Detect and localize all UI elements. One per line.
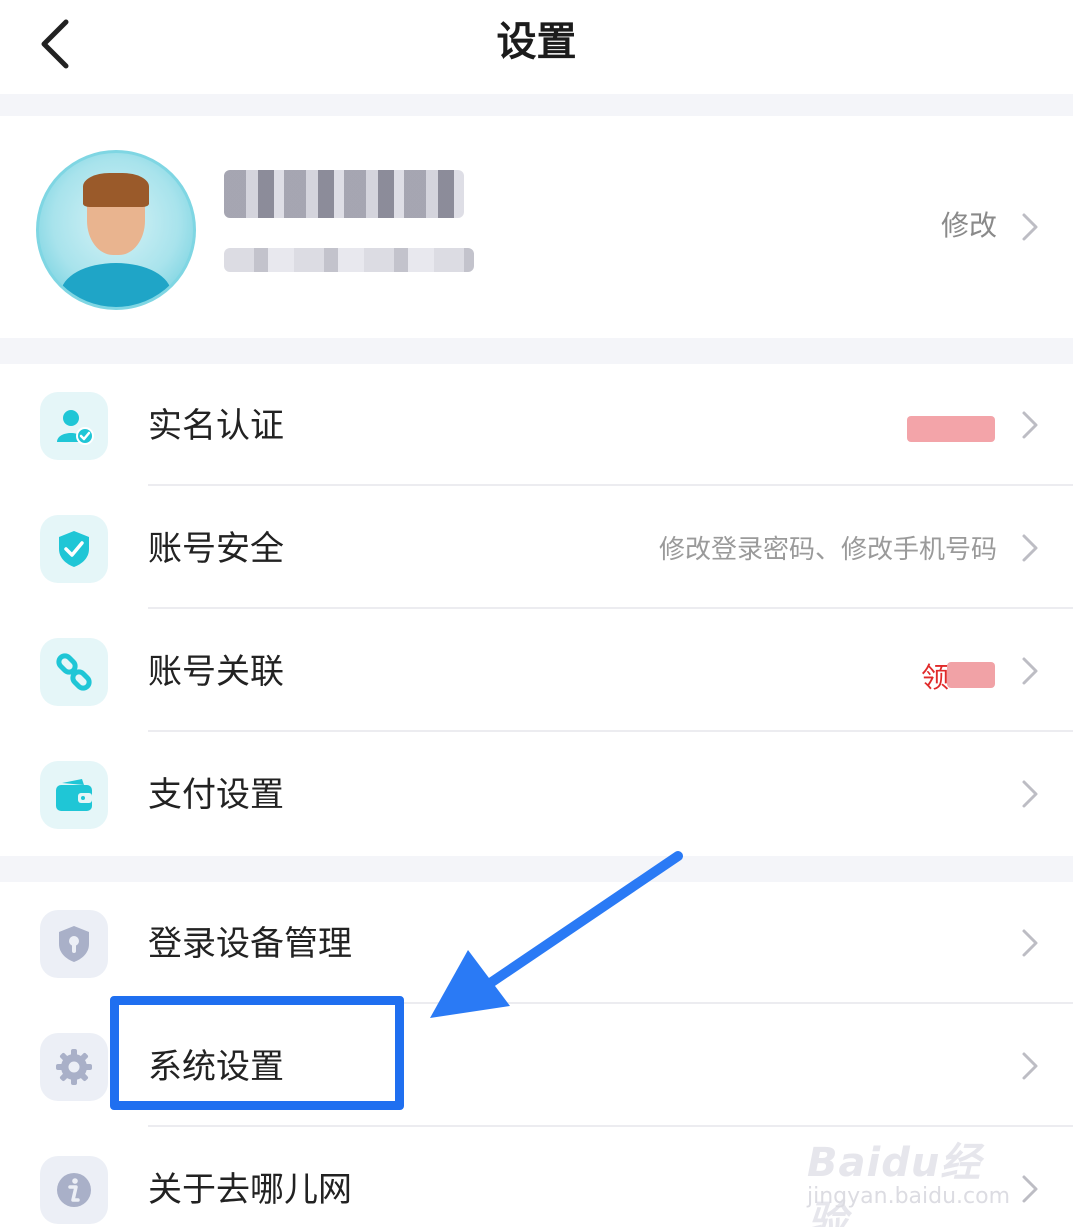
chevron-right-icon bbox=[1021, 656, 1039, 686]
chevron-right-icon bbox=[1021, 212, 1039, 242]
profile-edit-label: 修改 bbox=[940, 209, 997, 242]
baidu-jingyan-watermark: Baidu经验 jingyan.baidu.com bbox=[807, 1140, 1011, 1227]
row-label: 账号关联 bbox=[148, 652, 284, 692]
profile-name-blurred bbox=[224, 170, 464, 218]
row-label: 账号安全 bbox=[148, 529, 284, 569]
shield-check-icon bbox=[40, 515, 108, 583]
link-icon bbox=[40, 638, 108, 706]
row-label: 登录设备管理 bbox=[148, 924, 352, 964]
profile-phone-blurred bbox=[224, 248, 474, 272]
row-label: 实名认证 bbox=[148, 406, 284, 446]
wallet-icon bbox=[40, 761, 108, 829]
user-verified-icon bbox=[40, 392, 108, 460]
row-real-name[interactable]: 实名认证 bbox=[0, 364, 1073, 486]
row-payment-settings[interactable]: 支付设置 bbox=[0, 733, 1073, 855]
header-bar: 设置 bbox=[0, 0, 1073, 94]
row-label: 关于去哪儿网 bbox=[148, 1170, 352, 1210]
row-account-security[interactable]: 账号安全 修改登录密码、修改手机号码 bbox=[0, 487, 1073, 609]
avatar bbox=[36, 150, 196, 310]
chevron-right-icon bbox=[1021, 1051, 1039, 1081]
link-promo-blurred: 领 bbox=[921, 658, 995, 694]
shield-lock-icon bbox=[40, 910, 108, 978]
account-settings-group: 实名认证 账号安全 修改登录密码、修改手机号码 账号关联 领 支付设置 bbox=[0, 364, 1073, 856]
highlight-box bbox=[110, 996, 404, 1110]
chevron-right-icon bbox=[1021, 1174, 1039, 1204]
gear-icon bbox=[40, 1033, 108, 1101]
verification-status-blurred bbox=[907, 416, 995, 442]
row-account-link[interactable]: 账号关联 领 bbox=[0, 610, 1073, 732]
chevron-right-icon bbox=[1021, 410, 1039, 440]
profile-card[interactable]: 修改 bbox=[0, 116, 1073, 338]
row-value: 修改登录密码、修改手机号码 bbox=[658, 535, 997, 565]
info-icon bbox=[40, 1156, 108, 1224]
chevron-right-icon bbox=[1021, 928, 1039, 958]
chevron-right-icon bbox=[1021, 533, 1039, 563]
chevron-right-icon bbox=[1021, 779, 1039, 809]
page-title: 设置 bbox=[496, 19, 577, 65]
row-label: 支付设置 bbox=[148, 775, 284, 815]
pointer-arrow-icon bbox=[430, 851, 683, 1018]
